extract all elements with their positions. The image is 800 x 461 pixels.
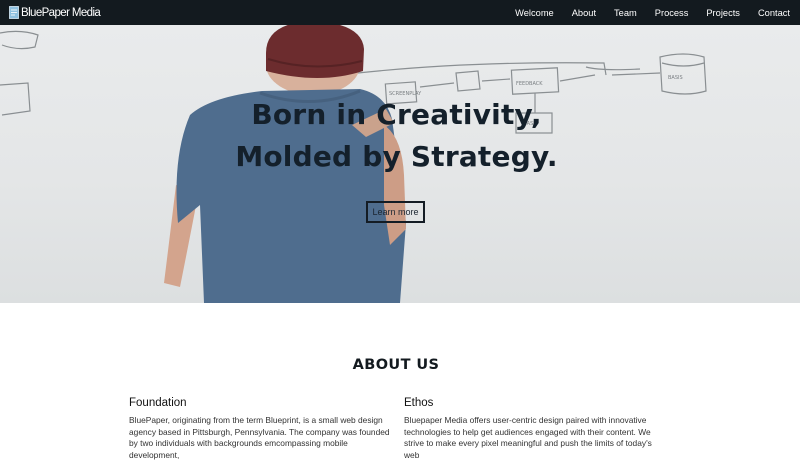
nav-link-welcome[interactable]: Welcome: [515, 8, 554, 18]
learn-more-button[interactable]: Learn more: [366, 201, 425, 223]
ethos-text: Bluepaper Media offers user-centric desi…: [404, 415, 652, 460]
paper-document-icon: [9, 6, 19, 19]
foundation-column: Foundation BluePaper, originating from t…: [129, 397, 393, 461]
ethos-column: Ethos Bluepaper Media offers user-centri…: [404, 397, 668, 461]
hero-title-line1: Born in Creativity,: [251, 98, 542, 131]
brand-logo-link[interactable]: BluePaper Media: [9, 4, 101, 21]
brand-name: BluePaper Media: [21, 6, 101, 19]
nav-link-projects[interactable]: Projects: [706, 8, 740, 18]
nav-menu: Welcome About Team Process Projects Cont…: [497, 0, 790, 25]
about-us-heading: ABOUT US: [352, 357, 440, 373]
hero-title-line2: Molded by Strategy.: [235, 140, 558, 173]
nav-link-about[interactable]: About: [572, 8, 596, 18]
foundation-text: BluePaper, originating from the term Blu…: [129, 415, 390, 460]
whiteboard-label: FEEDBACK: [516, 81, 543, 87]
ethos-heading: Ethos: [404, 397, 434, 409]
top-navbar: BluePaper Media Welcome About Team Proce…: [0, 0, 800, 25]
foundation-heading: Foundation: [129, 397, 187, 409]
whiteboard-label: BASIS: [668, 75, 683, 81]
nav-link-contact[interactable]: Contact: [758, 8, 790, 18]
whiteboard-label: SCREENPLAY: [389, 91, 422, 97]
nav-link-team[interactable]: Team: [614, 8, 637, 18]
hero-section: SCREENPLAY FEEDBACK TASK BASIS Born in C…: [0, 25, 800, 303]
nav-link-process[interactable]: Process: [655, 8, 689, 18]
